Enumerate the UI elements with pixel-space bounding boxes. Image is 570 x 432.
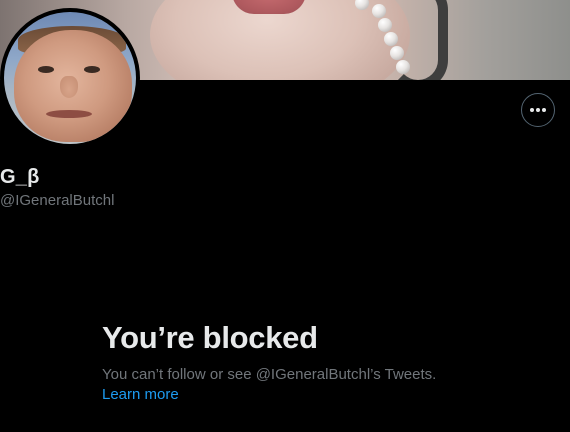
blocked-subtitle: You can’t follow or see @IGeneralButchl’… <box>102 366 437 383</box>
learn-more-link[interactable]: Learn more <box>102 386 179 403</box>
more-options-button[interactable] <box>521 93 555 127</box>
avatar-eye <box>38 66 54 73</box>
avatar-mouth <box>46 110 92 118</box>
banner-bead <box>384 32 398 46</box>
profile-display-name: G_β <box>0 166 40 188</box>
banner-bead <box>390 46 404 60</box>
more-horizontal-icon <box>530 108 546 112</box>
profile-handle: @IGeneralButchl <box>0 192 115 209</box>
profile-avatar[interactable] <box>0 8 140 148</box>
banner-bead <box>396 60 410 74</box>
avatar-nose <box>60 76 78 98</box>
avatar-eye <box>84 66 100 73</box>
banner-bead <box>372 4 386 18</box>
banner-bead <box>378 18 392 32</box>
profile-page: G_β @IGeneralButchl You’re blocked You c… <box>0 0 570 432</box>
blocked-title: You’re blocked <box>102 320 318 355</box>
